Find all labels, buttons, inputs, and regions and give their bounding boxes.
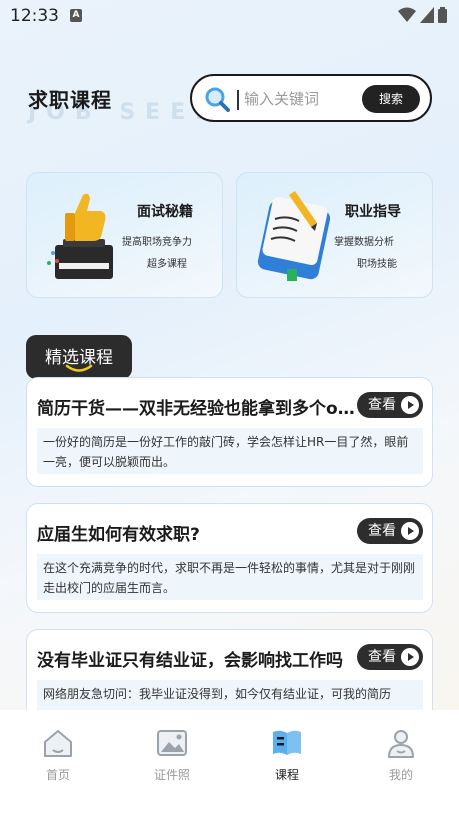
course-description: 一份好的简历是一份好工作的敲门砖，学会怎样让HR一目了然，眼前一亮，便可以脱颖而…: [37, 428, 423, 474]
search-input[interactable]: [244, 88, 364, 110]
view-button[interactable]: 查看: [357, 644, 423, 670]
course-title: 没有毕业证只有结业证，会影响找工作吗: [37, 651, 343, 671]
thumbs-up-trophy-icon: [47, 193, 113, 279]
course-card[interactable]: 简历干货——双非无经验也能拿到多个offer 查看 一份好的简历是一份好工作的敲…: [26, 377, 433, 487]
signal-icon: [420, 7, 434, 23]
feature-card-career[interactable]: 职业指导 掌握数据分析 职场技能: [236, 172, 433, 298]
home-icon: [44, 730, 72, 757]
view-label: 查看: [368, 397, 396, 413]
image-icon: [157, 730, 187, 756]
status-time: 12:33: [10, 6, 59, 26]
book-icon: [273, 730, 301, 755]
header: JOB SEEKER 求职课程 搜索: [0, 60, 459, 140]
nav-label-mine: 我的: [388, 768, 413, 782]
search-button[interactable]: 搜索: [362, 85, 420, 113]
feature-sub-interview-1: 提高职场竞争力: [122, 237, 192, 248]
notification-a-icon: A: [70, 9, 82, 22]
feature-title-career: 职业指导: [345, 204, 401, 220]
search-icon: [205, 87, 230, 112]
page-title: 求职课程: [28, 88, 112, 112]
arrow-right-icon: [401, 522, 419, 540]
user-icon: [388, 730, 414, 758]
feature-sub-interview-2: 超多课程: [147, 259, 187, 270]
feature-sub-career-1: 掌握数据分析: [334, 237, 394, 248]
feature-card-interview[interactable]: 面试秘籍 提高职场竞争力 超多课程: [26, 172, 223, 298]
feature-title-interview: 面试秘籍: [137, 204, 193, 220]
nav-label-photo: 证件照: [153, 768, 190, 782]
nav-item-photo[interactable]: 证件照: [132, 726, 212, 783]
nav-item-course[interactable]: 课程: [247, 726, 327, 783]
nav-label-course: 课程: [274, 768, 299, 782]
arrow-right-icon: [401, 648, 419, 666]
arrow-right-icon: [401, 396, 419, 414]
nav-label-home: 首页: [45, 768, 70, 782]
smile-icon: [65, 364, 93, 372]
nav-item-mine[interactable]: 我的: [361, 726, 441, 783]
course-card[interactable]: 应届生如何有效求职? 查看 在这个充满竞争的时代，求职不再是一件轻松的事情，尤其…: [26, 503, 433, 613]
view-label: 查看: [368, 523, 396, 539]
book-notebook-icon: [257, 191, 331, 281]
course-title: 应届生如何有效求职?: [37, 525, 200, 545]
search-box[interactable]: 搜索: [190, 74, 432, 122]
nav-item-home[interactable]: 首页: [18, 726, 98, 783]
view-button[interactable]: 查看: [357, 392, 423, 418]
search-cursor: [237, 90, 239, 110]
section-badge: 精选课程: [26, 335, 132, 384]
view-label: 查看: [368, 649, 396, 665]
course-description: 在这个充满竞争的时代，求职不再是一件轻松的事情，尤其是对于刚刚走出校门的应届生而…: [37, 554, 423, 600]
view-button[interactable]: 查看: [357, 518, 423, 544]
wifi-icon: [398, 7, 416, 22]
bottom-nav: 首页 证件照 课程 我的: [0, 710, 459, 816]
course-title: 简历干货——双非无经验也能拿到多个offer: [37, 399, 355, 419]
battery-icon: [438, 7, 447, 23]
status-bar: 12:33 A: [0, 0, 459, 32]
feature-sub-career-2: 职场技能: [357, 259, 397, 270]
status-icons: [398, 7, 447, 23]
